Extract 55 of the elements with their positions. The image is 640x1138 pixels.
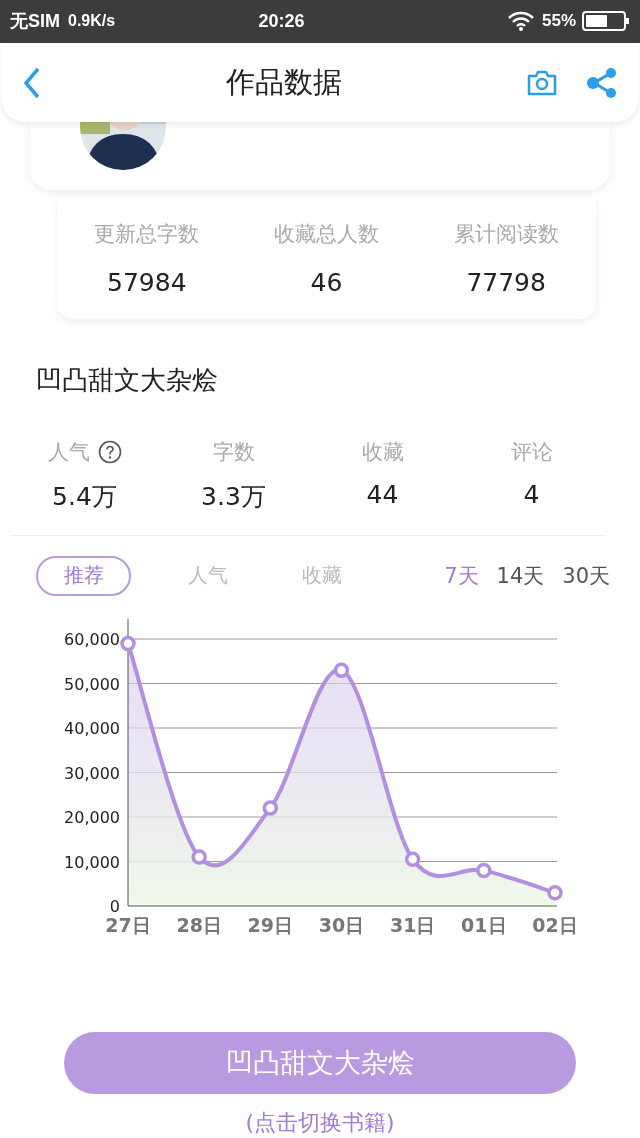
y-tick-label: 50,000: [64, 674, 120, 694]
stat-value: 57984: [107, 268, 187, 298]
data-point: [120, 635, 136, 651]
back-icon[interactable]: [22, 65, 42, 100]
chart-tab[interactable]: 人气: [151, 555, 265, 596]
page-title: 作品数据: [225, 63, 343, 101]
wifi-icon: [507, 11, 534, 32]
chart-tab[interactable]: 收藏: [265, 555, 379, 596]
range-option[interactable]: 30天: [562, 561, 610, 590]
data-point: [333, 662, 350, 678]
network-speed: 0.9K/s: [68, 12, 116, 31]
switch-hint: (点击切换书籍): [245, 1109, 395, 1137]
battery-percent: 55%: [541, 11, 576, 32]
metric-label: 字数: [212, 438, 255, 466]
range-option[interactable]: 7天: [444, 561, 479, 590]
share-icon[interactable]: [586, 66, 618, 99]
x-tick-label: 31日: [389, 913, 436, 936]
x-tick-label: 30日: [318, 913, 365, 936]
y-tick-label: 0: [109, 896, 120, 916]
metric-value: 3.3万: [201, 480, 266, 513]
battery-icon: [582, 11, 630, 32]
x-tick-label: 01日: [461, 913, 507, 936]
help-icon[interactable]: [97, 439, 122, 464]
x-tick-label: 28日: [176, 913, 222, 936]
stat-value: 77798: [466, 268, 546, 298]
chart-tab[interactable]: 推荐: [36, 555, 131, 596]
data-point: [404, 851, 421, 867]
book-title: 凹凸甜文大杂烩: [36, 363, 219, 397]
metric-label: 评论: [510, 438, 553, 466]
carrier-text: 无SIM: [10, 10, 60, 34]
y-tick-label: 30,000: [64, 763, 120, 783]
x-tick-label: 02日: [532, 913, 578, 936]
stat-label: 累计阅读数: [453, 221, 559, 249]
data-point: [476, 862, 492, 878]
book-switch-button[interactable]: 凹凸甜文大杂烩: [64, 1031, 576, 1094]
data-point: [262, 800, 279, 816]
metric-label: 人气: [47, 438, 90, 466]
clock: 20:26: [257, 10, 306, 32]
metric-value: 44: [366, 479, 399, 509]
data-point: [547, 884, 563, 901]
metric-label: 收藏: [361, 438, 404, 466]
stat-label: 更新总字数: [94, 221, 200, 249]
y-tick-label: 40,000: [64, 718, 120, 738]
camera-icon[interactable]: [526, 68, 558, 97]
stat-value: 46: [310, 268, 343, 298]
metric-value: 5.4万: [52, 480, 117, 513]
y-tick-label: 10,000: [64, 852, 120, 872]
data-point: [191, 849, 207, 865]
range-option[interactable]: 14天: [496, 561, 545, 590]
stat-label: 收藏总人数: [274, 221, 379, 249]
metric-value: 4: [523, 479, 540, 509]
y-tick-label: 20,000: [64, 807, 120, 827]
x-tick-label: 27日: [105, 913, 151, 936]
y-tick-label: 60,000: [64, 629, 120, 649]
x-tick-label: 29日: [247, 913, 294, 936]
